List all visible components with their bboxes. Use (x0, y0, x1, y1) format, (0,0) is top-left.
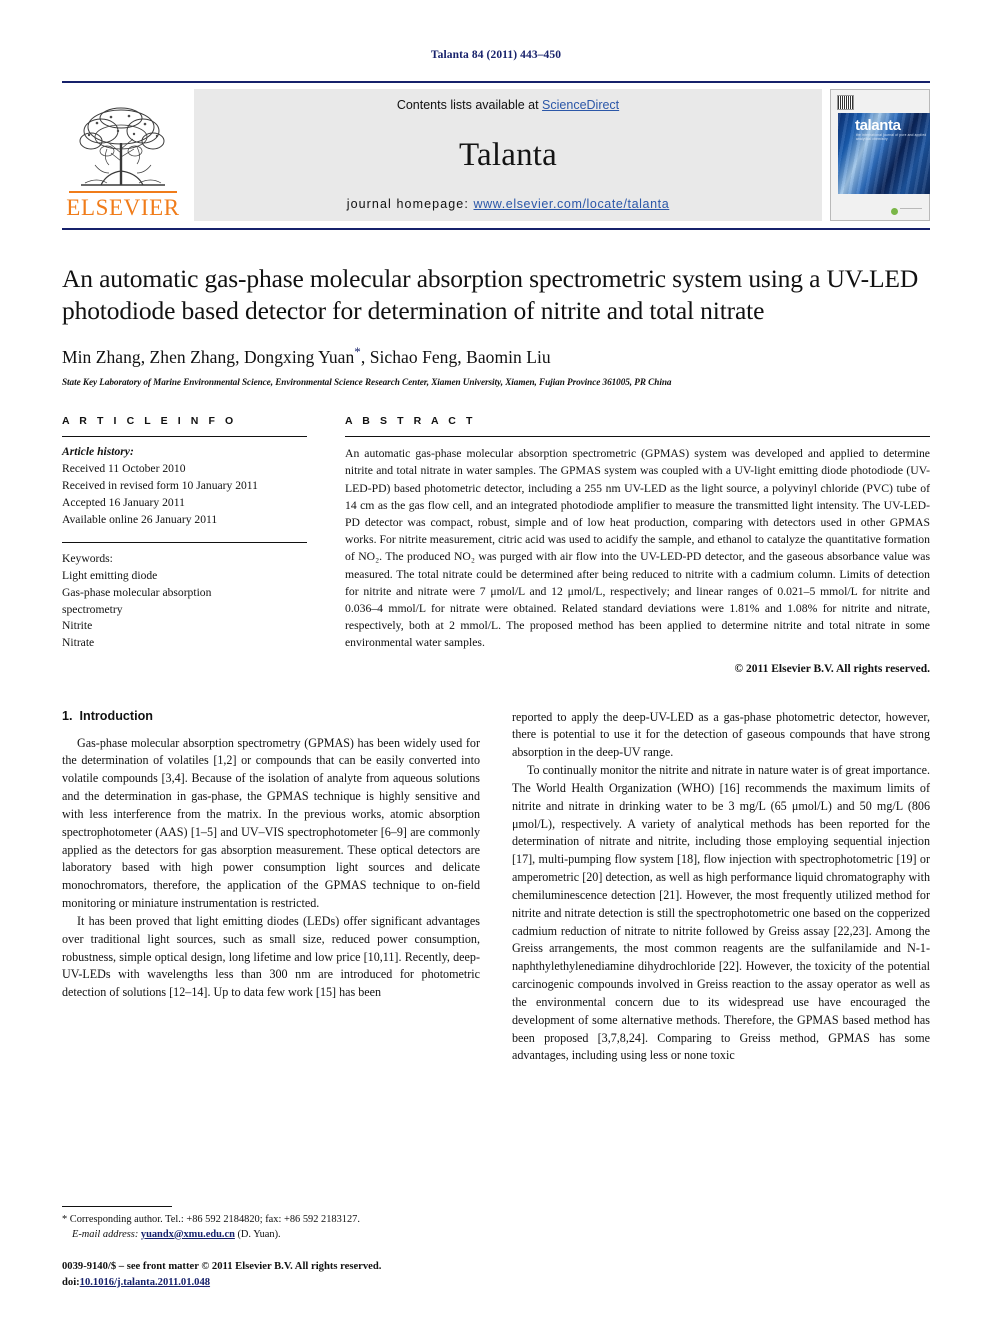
issn-line: 0039-9140/$ – see front matter © 2011 El… (62, 1261, 382, 1273)
elsevier-wordmark: ELSEVIER (66, 195, 180, 220)
footnote-rule (62, 1205, 172, 1207)
author-affiliation: State Key Laboratory of Marine Environme… (62, 377, 672, 388)
elsevier-tree-icon (79, 107, 165, 187)
elsevier-logo: ELSEVIER (62, 89, 184, 221)
author-list: Min Zhang, Zhen Zhang, Dongxing Yuan*, S… (62, 344, 930, 368)
article-history-label: Article history: (62, 445, 134, 459)
homepage-label: journal homepage: (346, 197, 469, 211)
doi-line: doi:10.1016/j.talanta.2011.01.048 (62, 1275, 480, 1290)
journal-cover-thumbnail[interactable]: talanta the international journal of pur… (830, 89, 930, 221)
authors-tail: , Sichao Feng, Baomin Liu (360, 347, 551, 368)
section-number: 1. (62, 708, 73, 723)
article-info-rule (62, 436, 307, 438)
author-email-link[interactable]: yuandx@xmu.edu.cn (141, 1229, 235, 1240)
keywords-rule (62, 541, 307, 543)
doi-link[interactable]: 10.1016/j.talanta.2011.01.048 (80, 1277, 210, 1288)
contents-panel: Contents lists available at ScienceDirec… (194, 89, 822, 221)
corresponding-author-note: * Corresponding author. Tel.: +86 592 21… (62, 1213, 480, 1243)
running-head: Talanta 84 (2011) 443–450 (430, 49, 562, 61)
section-title: Introduction (79, 708, 153, 723)
journal-homepage-link[interactable]: www.elsevier.com/locate/talanta (474, 197, 670, 211)
issn-copyright-block: 0039-9140/$ – see front matter © 2011 El… (62, 1259, 480, 1290)
keyword-item: Nitrate (62, 636, 95, 650)
sciencedirect-link[interactable]: ScienceDirect (542, 98, 619, 112)
history-item: Received 11 October 2010 (62, 462, 186, 476)
page-title: An automatic gas-phase molecular absorpt… (62, 264, 919, 326)
paragraph: Gas-phase molecular absorption spectrome… (62, 735, 480, 911)
keywords-label: Keywords: (62, 551, 113, 565)
info-abstract-region: A R T I C L E I N F O Article history: R… (62, 415, 930, 675)
publisher-dot-icon (891, 208, 898, 215)
barcode-icon (837, 95, 854, 110)
email-suffix: (D. Yuan). (234, 1228, 281, 1240)
history-item: Accepted 16 January 2011 (62, 495, 185, 509)
corresponding-author-line: * Corresponding author. Tel.: +86 592 21… (62, 1213, 360, 1225)
history-item: Available online 26 January 2011 (62, 512, 218, 526)
body-column-right: reported to apply the deep-UV-LED as a g… (512, 709, 930, 1066)
paragraph: reported to apply the deep-UV-LED as a g… (512, 709, 930, 760)
keyword-item: Gas-phase molecular absorption (62, 585, 212, 599)
cover-title: talanta (855, 117, 901, 134)
keyword-item: Nitrite (62, 619, 93, 633)
keywords-block: Keywords: Light emitting diode Gas-phase… (62, 551, 307, 653)
contents-available-line: Contents lists available at ScienceDirec… (397, 98, 619, 112)
article-info-column: A R T I C L E I N F O Article history: R… (62, 415, 307, 652)
cover-subtitle: the international journal of pure and ap… (856, 133, 927, 141)
footnote-region: * Corresponding author. Tel.: +86 592 21… (62, 1205, 480, 1290)
abstract-text: An automatic gas-phase molecular absorpt… (345, 447, 930, 650)
publisher-lines-icon (900, 208, 922, 215)
journal-masthead: ELSEVIER Contents lists available at Sci… (62, 81, 930, 221)
copyright-line: © 2011 Elsevier B.V. All rights reserved… (734, 662, 930, 675)
article-history: Article history: Received 11 October 201… (62, 444, 307, 529)
journal-article-page: Talanta 84 (2011) 443–450 ELSEVIER Conte… (0, 0, 992, 1323)
elsevier-rule (69, 191, 177, 193)
contents-prefix: Contents lists available at (396, 98, 543, 112)
keyword-item: spectrometry (62, 602, 123, 616)
cover-footer-marks (891, 208, 922, 215)
email-label: E-mail address: (72, 1228, 139, 1240)
body-column-left: 1. Introduction Gas-phase molecular absor… (62, 709, 480, 1002)
masthead-bottom-rule (62, 228, 930, 230)
abstract-column: A B S T R A C T An automatic gas-phase m… (345, 415, 930, 675)
paragraph: It has been proved that light emitting d… (62, 913, 480, 1000)
paragraph: To continually monitor the nitrite and n… (512, 763, 930, 1063)
article-info-heading: A R T I C L E I N F O (62, 415, 237, 428)
email-line: E-mail address: yuandx@xmu.edu.cn (D. Yu… (62, 1228, 480, 1243)
journal-homepage-line: journal homepage: www.elsevier.com/locat… (347, 197, 670, 211)
article-body: 1. Introduction Gas-phase molecular absor… (62, 709, 930, 1066)
history-item: Received in revised form 10 January 2011 (62, 479, 258, 492)
journal-title: Talanta (458, 137, 558, 173)
doi-label: doi: (62, 1276, 80, 1288)
abstract-heading: A B S T R A C T (345, 415, 476, 428)
section-heading-introduction: 1. Introduction (62, 709, 480, 723)
authors-head: Min Zhang, Zhen Zhang, Dongxing Yuan (62, 347, 355, 368)
keyword-item: Light emitting diode (62, 568, 158, 582)
abstract-rule (345, 436, 930, 438)
